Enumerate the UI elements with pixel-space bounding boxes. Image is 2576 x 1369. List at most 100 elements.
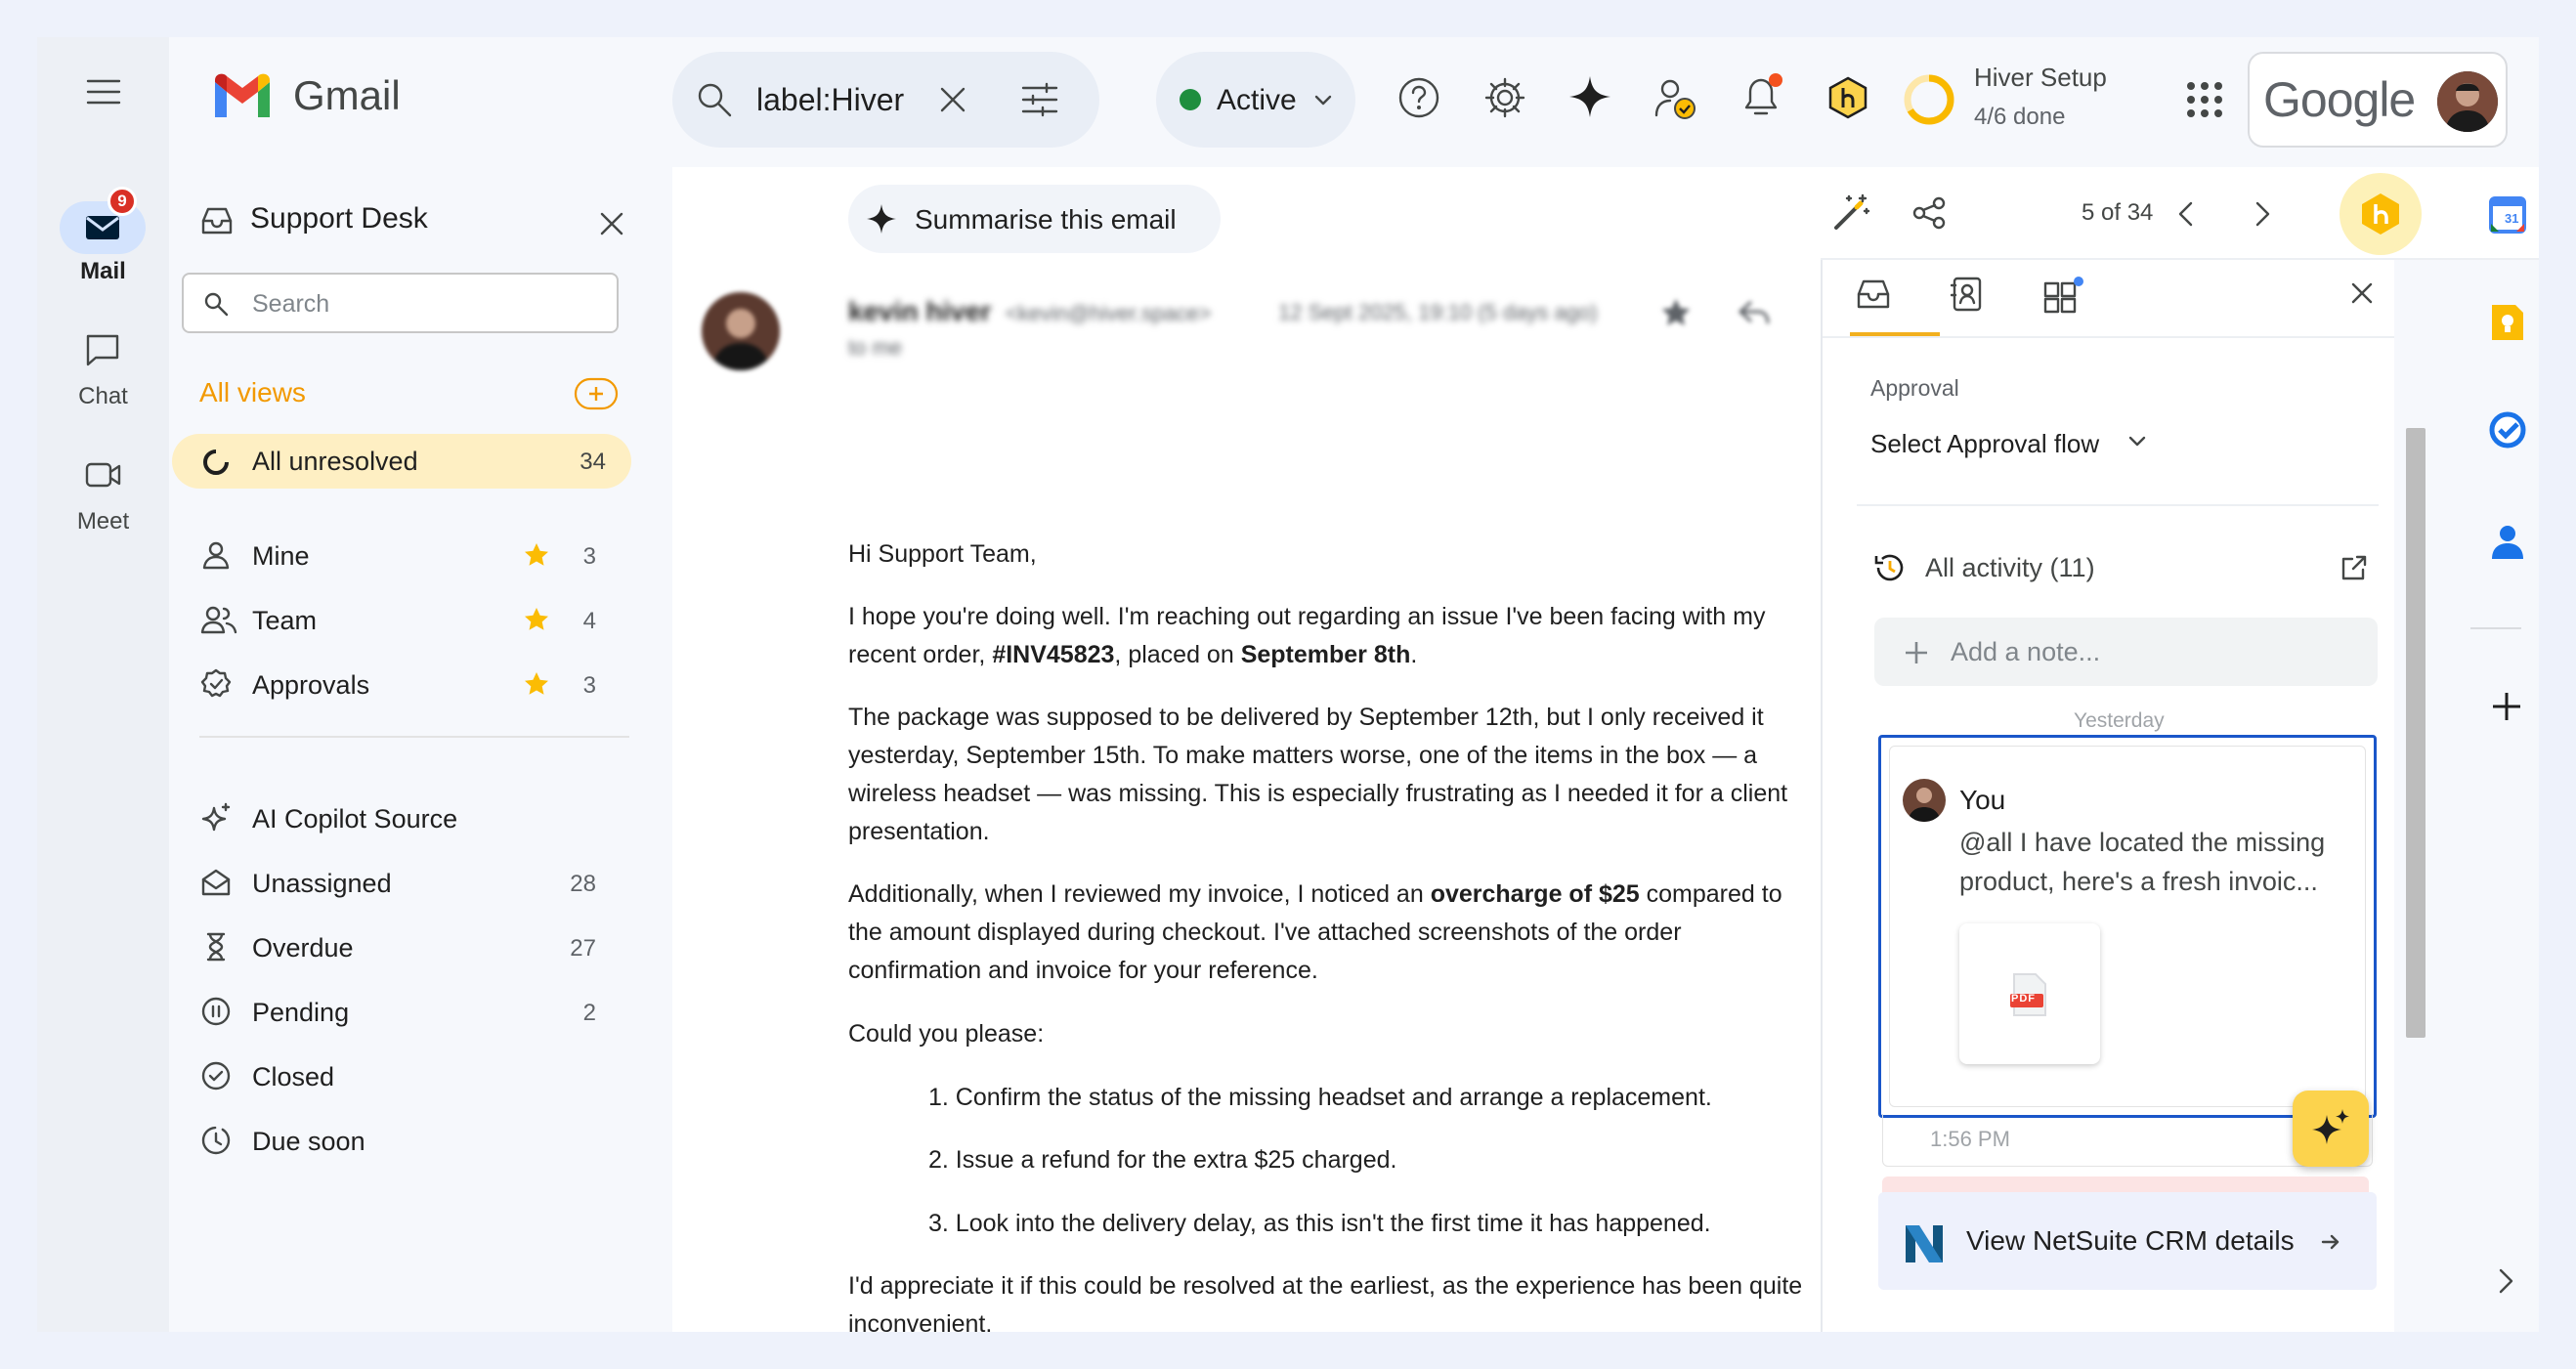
gmail-logo-icon[interactable] bbox=[211, 72, 274, 121]
chat-icon[interactable] bbox=[84, 332, 121, 367]
previous-page-icon[interactable] bbox=[2173, 199, 2199, 229]
search-icon[interactable] bbox=[696, 81, 733, 118]
sparkle-icon bbox=[866, 203, 897, 235]
sidebar-item-pending[interactable]: Pending 2 bbox=[169, 985, 628, 1040]
note-author-avatar bbox=[1903, 779, 1946, 822]
recipient-line[interactable]: to me bbox=[848, 335, 902, 361]
search-query[interactable]: label:Hiver bbox=[756, 82, 904, 118]
sender-name[interactable]: kevin hiver bbox=[848, 296, 991, 326]
note-card[interactable]: You @all I have located the missing prod… bbox=[1878, 735, 2377, 1118]
status-dot bbox=[1180, 89, 1201, 110]
star-outline-icon[interactable] bbox=[1659, 296, 1693, 329]
sender-avatar[interactable] bbox=[702, 292, 780, 370]
panel-section-divider bbox=[1857, 504, 2379, 506]
note-time: 1:56 PM bbox=[1930, 1127, 2010, 1151]
sidebar-item-ai-copilot-source[interactable]: AI Copilot Source bbox=[169, 791, 628, 846]
hourglass-icon bbox=[200, 931, 232, 963]
sidebar-item-overdue[interactable]: Overdue 27 bbox=[169, 920, 628, 975]
setup-title[interactable]: Hiver Setup bbox=[1974, 63, 2107, 93]
summarise-button[interactable]: Summarise this email bbox=[848, 185, 1221, 253]
sidebar-item-unassigned[interactable]: Unassigned 28 bbox=[169, 856, 628, 911]
status-selector[interactable]: Active bbox=[1156, 52, 1355, 148]
sidebar-item-mine[interactable]: Mine 3 bbox=[169, 529, 628, 583]
meet-icon[interactable] bbox=[84, 459, 123, 491]
add-view-icon[interactable] bbox=[574, 377, 619, 410]
panel-scrollbar[interactable] bbox=[2406, 428, 2426, 1038]
reply-icon[interactable] bbox=[1738, 298, 1771, 327]
sidebar-item-approvals[interactable]: Approvals 3 bbox=[169, 658, 628, 712]
sidebar-item-label: Team bbox=[252, 606, 318, 635]
tab-contact[interactable] bbox=[1951, 276, 1984, 313]
status-label: Active bbox=[1217, 84, 1297, 116]
expand-panel-icon[interactable] bbox=[2496, 1266, 2515, 1296]
meet-label[interactable]: Meet bbox=[37, 508, 169, 535]
email-paragraph-line: inconvenient. bbox=[848, 1310, 993, 1332]
pdf-label: PDF bbox=[2011, 993, 2036, 1005]
mail-label[interactable]: Mail bbox=[37, 258, 169, 285]
hiver-panel-toggle[interactable] bbox=[2340, 173, 2422, 255]
main-menu-icon[interactable] bbox=[86, 78, 121, 106]
help-icon[interactable] bbox=[1397, 76, 1440, 119]
account-avatar[interactable] bbox=[2437, 71, 2498, 132]
sidebar-search-input[interactable]: Search bbox=[182, 273, 619, 333]
email-paragraph-line: I hope you're doing well. I'm reaching o… bbox=[848, 603, 1766, 630]
ai-assist-button[interactable] bbox=[2293, 1091, 2369, 1167]
keep-notes-icon[interactable] bbox=[2488, 303, 2527, 342]
settings-gear-icon[interactable] bbox=[1483, 76, 1526, 119]
account-box[interactable]: Google bbox=[2248, 52, 2508, 148]
hiver-extension-icon[interactable] bbox=[1826, 76, 1869, 119]
next-page-icon[interactable] bbox=[2250, 199, 2275, 229]
share-connections-icon[interactable] bbox=[1911, 195, 1947, 231]
user-check-icon[interactable] bbox=[1653, 76, 1697, 121]
add-app-icon[interactable] bbox=[2490, 690, 2523, 723]
gemini-sparkle-icon[interactable] bbox=[1567, 74, 1612, 119]
sidebar-item-count: 28 bbox=[570, 871, 596, 897]
magic-wand-icon[interactable] bbox=[1831, 193, 1870, 233]
left-rail: 9 Mail Chat Meet bbox=[37, 37, 169, 1332]
close-panel-icon[interactable] bbox=[2350, 281, 2374, 305]
sidebar-item-label: Pending bbox=[252, 998, 350, 1027]
pause-circle-icon bbox=[200, 996, 232, 1027]
setup-progress-ring-icon[interactable] bbox=[1902, 72, 1956, 127]
star-icon[interactable] bbox=[523, 541, 550, 569]
pdf-attachment[interactable]: PDF bbox=[1959, 923, 2100, 1064]
clear-search-icon[interactable] bbox=[938, 85, 967, 114]
netsuite-crm-button[interactable]: View NetSuite CRM details bbox=[1878, 1192, 2377, 1290]
notifications-bell-icon[interactable] bbox=[1739, 72, 1783, 121]
mail-search-bar[interactable]: label:Hiver bbox=[672, 52, 1099, 148]
sidebar-item-all-unresolved[interactable]: All unresolved 34 bbox=[172, 434, 631, 489]
close-sidebar-icon[interactable] bbox=[599, 211, 624, 236]
sidebar-title: Support Desk bbox=[250, 202, 428, 235]
approval-flow-select[interactable]: Select Approval flow bbox=[1870, 429, 2099, 459]
contacts-app-icon[interactable] bbox=[2490, 522, 2525, 561]
star-icon[interactable] bbox=[523, 670, 550, 698]
order-number: #INV45823 bbox=[992, 641, 1115, 668]
sidebar-item-closed[interactable]: Closed bbox=[169, 1049, 628, 1104]
apps-divider bbox=[2470, 627, 2521, 629]
open-external-icon[interactable] bbox=[2340, 553, 2369, 582]
chevron-down-icon[interactable] bbox=[2128, 436, 2146, 448]
note-text-line: @all I have located the missing bbox=[1959, 828, 2326, 857]
apps-grid-icon[interactable] bbox=[2185, 80, 2224, 119]
tab-apps[interactable] bbox=[2042, 276, 2085, 315]
tab-inbox[interactable] bbox=[1855, 278, 1892, 311]
email-top-border bbox=[848, 182, 1220, 183]
star-icon[interactable] bbox=[523, 606, 550, 633]
calendar-day-label: 31 bbox=[2505, 211, 2519, 226]
email-paragraph-line: Additionally, when I reviewed my invoice… bbox=[848, 880, 1782, 908]
note-author: You bbox=[1959, 785, 2006, 815]
sidebar-item-count: 34 bbox=[580, 449, 606, 475]
chat-label[interactable]: Chat bbox=[37, 383, 169, 410]
add-note-input[interactable]: Add a note... bbox=[1874, 618, 2378, 686]
all-views-label[interactable]: All views bbox=[199, 377, 306, 408]
inbox-tray-icon bbox=[199, 205, 235, 236]
tasks-app-icon[interactable] bbox=[2488, 410, 2527, 449]
clock-icon bbox=[200, 1125, 232, 1156]
gmail-wordmark[interactable]: Gmail bbox=[293, 72, 401, 119]
sidebar-item-due-soon[interactable]: Due soon bbox=[169, 1114, 628, 1169]
sidebar-item-label: Approvals bbox=[252, 670, 370, 700]
sidebar-item-label: Overdue bbox=[252, 933, 354, 963]
search-placeholder: Search bbox=[252, 290, 330, 318]
search-options-icon[interactable] bbox=[1021, 82, 1058, 117]
sidebar-item-team[interactable]: Team 4 bbox=[169, 593, 628, 648]
